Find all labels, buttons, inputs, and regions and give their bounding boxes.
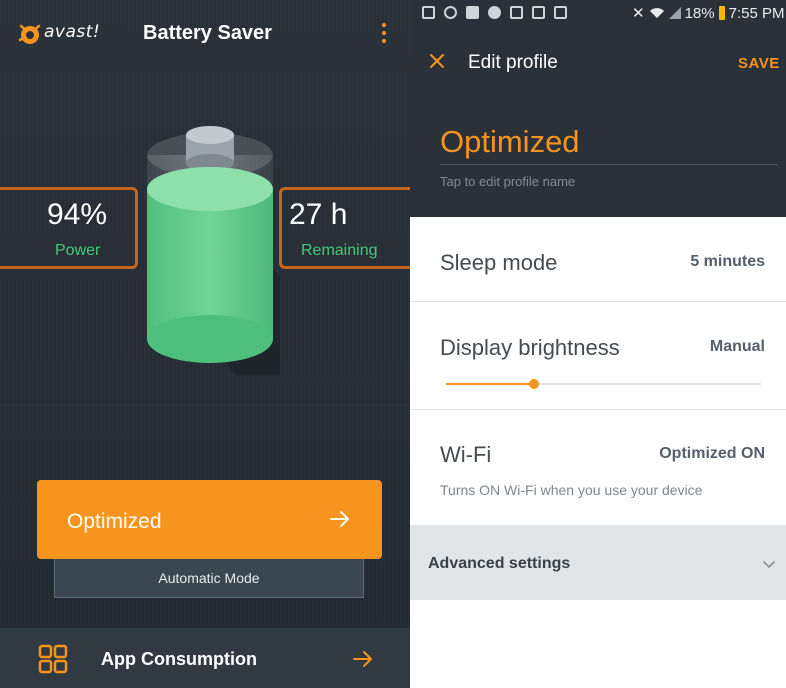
advanced-settings-row[interactable]: Advanced settings — [410, 525, 786, 600]
mute-icon: ✕ — [632, 5, 645, 22]
image-notification-icon — [422, 6, 435, 19]
floor-divider — [0, 405, 410, 406]
grid-icon — [38, 644, 68, 674]
profile-header: ✕ 18% 7:55 PM Edit profile SAVE Optimize… — [410, 0, 786, 217]
avast-logo-icon — [18, 24, 41, 44]
clock: 7:55 PM — [728, 4, 785, 22]
profile-name-hint: Tap to edit profile name — [440, 174, 576, 189]
wifi-description: Turns ON Wi-Fi when you use your device — [440, 482, 703, 498]
app-bar: avast! Battery Saver — [0, 0, 410, 68]
chat-notification-icon — [488, 6, 501, 19]
status-bar: ✕ 18% 7:55 PM — [410, 0, 786, 26]
automatic-mode-caption[interactable]: Automatic Mode — [54, 559, 364, 598]
notification-icons — [422, 6, 567, 20]
message-notification-icon — [510, 6, 523, 19]
wifi-icon — [649, 8, 664, 18]
signal-icon — [668, 7, 681, 19]
remaining-value: 27 h — [289, 198, 348, 231]
app-notification-icon — [466, 6, 479, 19]
save-button[interactable]: SAVE — [738, 55, 780, 72]
display-brightness-label: Display brightness — [440, 335, 620, 360]
remaining-label: Remaining — [301, 242, 378, 259]
display-brightness-row[interactable]: Display brightness Manual — [410, 302, 786, 409]
arrow-right-icon — [353, 651, 372, 667]
sleep-mode-label: Sleep mode — [440, 250, 558, 275]
page-title: Battery Saver — [143, 22, 272, 44]
chevron-down-icon — [763, 561, 775, 568]
mail-notification-icon — [554, 6, 567, 19]
system-status: ✕ 18% 7:55 PM — [632, 4, 785, 23]
wifi-value: Optimized ON — [659, 445, 765, 462]
power-label: Power — [55, 242, 101, 259]
battery-percent: 18% — [684, 4, 715, 22]
brightness-slider-fill — [446, 383, 535, 385]
mode-label: Optimized — [67, 510, 162, 533]
battery-status-icon — [718, 6, 725, 20]
advanced-settings-label: Advanced settings — [428, 555, 571, 572]
edit-profile-screen: ✕ 18% 7:55 PM Edit profile SAVE Optimize… — [410, 0, 786, 688]
optimized-mode-button[interactable]: Optimized — [37, 480, 382, 559]
power-value: 94% — [47, 198, 108, 231]
wifi-label: Wi-Fi — [440, 442, 492, 467]
profile-name-input[interactable]: Optimized — [440, 124, 580, 160]
brand-name: avast! — [44, 22, 101, 42]
mail-notification-icon — [532, 6, 545, 19]
edit-profile-title: Edit profile — [468, 52, 558, 73]
wifi-row[interactable]: Wi-Fi Optimized ON — [410, 410, 786, 525]
display-brightness-value: Manual — [709, 338, 765, 355]
arrow-right-icon — [330, 511, 349, 527]
app-consumption-label: App Consumption — [101, 649, 257, 669]
battery-saver-screen: avast! Battery Saver 94% Power 27 h Rema… — [0, 0, 410, 688]
remaining-stat: 27 h Remaining — [279, 187, 410, 269]
profile-name-underline — [440, 164, 778, 165]
sleep-mode-row[interactable]: Sleep mode 5 minutes — [410, 217, 786, 301]
age-notification-icon — [444, 6, 457, 19]
power-stat: 94% Power — [0, 187, 138, 269]
sleep-mode-value: 5 minutes — [690, 253, 765, 270]
brightness-slider[interactable] — [446, 379, 761, 389]
close-icon[interactable] — [429, 53, 445, 69]
battery-icon — [147, 126, 280, 375]
app-consumption-row[interactable]: App Consumption — [0, 628, 410, 688]
more-options-icon[interactable] — [380, 22, 388, 44]
